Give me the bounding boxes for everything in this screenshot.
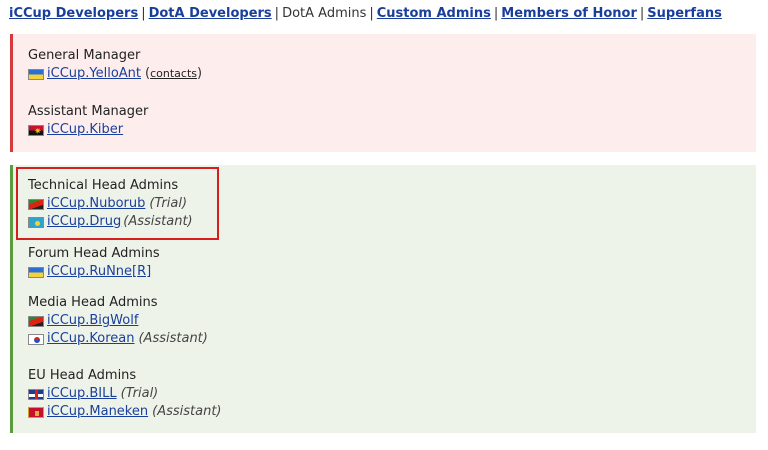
- nav-members-of-honor[interactable]: Members of Honor: [501, 6, 637, 21]
- member-row: iCCup.BILL (Trial): [28, 385, 222, 403]
- nav-separator: |: [369, 6, 374, 21]
- general-manager-group: General Manager iCCup.YelloAnt (contacts…: [28, 47, 202, 83]
- member-row: iCCup.YelloAnt (contacts): [28, 65, 202, 83]
- role-note: (Trial): [120, 386, 159, 401]
- member-link-runner[interactable]: iCCup.RuNne[R]: [47, 263, 151, 281]
- angola-flag-icon: [28, 124, 44, 136]
- member-link-bill[interactable]: iCCup.BILL: [47, 385, 117, 403]
- general-manager-title: General Manager: [28, 48, 141, 63]
- member-row: iCCup.Korean (Assistant): [28, 330, 208, 348]
- media-head-admins-group: Media Head Admins iCCup.BigWolf iCCup.Ko…: [28, 294, 208, 348]
- nav-separator: |: [639, 6, 645, 21]
- member-link-bigwolf[interactable]: iCCup.BigWolf: [47, 312, 138, 330]
- eu-head-admins-title: EU Head Admins: [28, 368, 137, 383]
- highlight-box: [16, 167, 219, 240]
- forum-head-admins-title: Forum Head Admins: [28, 246, 160, 261]
- nav-separator: |: [141, 6, 146, 21]
- member-row: iCCup.RuNne[R]: [28, 263, 160, 281]
- south-korea-flag-icon: [28, 333, 44, 345]
- assistant-manager-group: Assistant Manager iCCup.Kiber: [28, 103, 148, 139]
- member-link-maneken[interactable]: iCCup.Maneken: [47, 403, 148, 421]
- management-panel: General Manager iCCup.YelloAnt (contacts…: [10, 34, 756, 152]
- nav-custom-admins[interactable]: Custom Admins: [377, 6, 491, 21]
- member-link-kiber[interactable]: iCCup.Kiber: [47, 121, 123, 139]
- member-link-yelloant[interactable]: iCCup.YelloAnt: [47, 65, 141, 83]
- ukraine-flag-icon: [28, 68, 44, 80]
- uk-flag-icon: [28, 388, 44, 400]
- contacts-wrapper: (contacts): [145, 66, 203, 81]
- forum-head-admins-group: Forum Head Admins iCCup.RuNne[R]: [28, 245, 160, 281]
- member-row: iCCup.Kiber: [28, 121, 148, 139]
- nav-iccup-developers[interactable]: iCCup Developers: [9, 6, 138, 21]
- montenegro-flag-icon: [28, 406, 44, 418]
- eu-head-admins-group: EU Head Admins iCCup.BILL (Trial) iCCup.…: [28, 367, 222, 421]
- admin-nav: iCCup Developers | DotA Developers | DotA Ad…: [9, 5, 722, 23]
- assistant-manager-title: Assistant Manager: [28, 104, 149, 119]
- member-row: iCCup.BigWolf: [28, 312, 208, 330]
- ukraine-flag-icon: [28, 266, 44, 278]
- south-sudan-flag-icon: [28, 315, 44, 327]
- member-link-korean[interactable]: iCCup.Korean: [47, 330, 134, 348]
- contacts-link[interactable]: contacts: [150, 67, 197, 80]
- nav-separator: |: [274, 6, 280, 21]
- role-note: (Assistant): [152, 404, 222, 419]
- role-note: (Assistant): [138, 331, 208, 346]
- nav-dota-developers[interactable]: DotA Developers: [149, 6, 272, 21]
- nav-separator: |: [493, 6, 499, 21]
- member-row: iCCup.Maneken (Assistant): [28, 403, 222, 421]
- nav-superfans[interactable]: Superfans: [647, 6, 722, 21]
- media-head-admins-title: Media Head Admins: [28, 295, 158, 310]
- nav-dota-admins-current: DotA Admins: [282, 6, 367, 21]
